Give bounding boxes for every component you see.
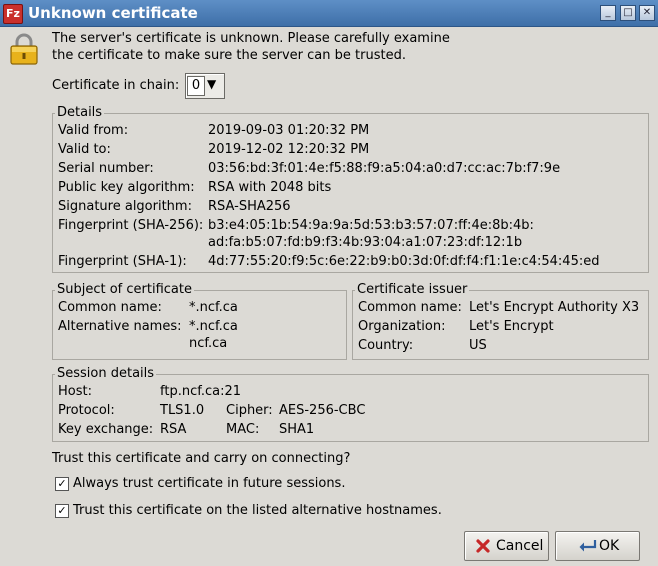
kex-label: Key exchange: xyxy=(58,422,154,437)
always-trust-label[interactable]: Always trust certificate in future sessi… xyxy=(73,476,345,491)
title-bar[interactable]: Fz Unknown certificate _ □ ✕ xyxy=(0,0,658,27)
cancel-button[interactable]: Cancel xyxy=(464,531,549,561)
cancel-label: Cancel xyxy=(496,538,544,554)
host-label: Host: xyxy=(58,384,92,399)
protocol-value: TLS1.0 xyxy=(160,403,205,418)
subject-alt-label: Alternative names: xyxy=(58,319,182,334)
protocol-label: Protocol: xyxy=(58,403,115,418)
cancel-icon xyxy=(476,539,490,553)
sigalg-label: Signature algorithm: xyxy=(58,199,192,214)
valid-to-label: Valid to: xyxy=(58,142,111,157)
serial-label: Serial number: xyxy=(58,161,154,176)
chain-label: Certificate in chain: xyxy=(52,78,180,93)
chain-select-value: 0 xyxy=(187,76,205,96)
serial-value: 03:56:bd:3f:01:4e:f5:88:f9:a5:04:a0:d7:c… xyxy=(208,161,561,176)
ok-label: OK xyxy=(599,538,620,554)
host-value: ftp.ncf.ca:21 xyxy=(160,384,242,399)
issuer-cn-label: Common name: xyxy=(358,300,462,315)
kex-value: RSA xyxy=(160,422,187,437)
intro-line-2: the certificate to make sure the server … xyxy=(52,48,406,63)
details-title: Details xyxy=(55,105,105,120)
fp1-label: Fingerprint (SHA-1): xyxy=(58,254,187,269)
trust-alt-hostnames-label[interactable]: Trust this certificate on the listed alt… xyxy=(73,503,442,518)
valid-from-label: Valid from: xyxy=(58,123,129,138)
checkmark-icon: ✓ xyxy=(57,504,67,517)
trust-alt-hostnames-checkbox[interactable]: ✓ xyxy=(55,504,69,518)
pubkey-value: RSA with 2048 bits xyxy=(208,180,332,195)
close-button[interactable]: ✕ xyxy=(639,5,655,21)
pubkey-label: Public key algorithm: xyxy=(58,180,195,195)
chevron-down-icon: ▼ xyxy=(207,77,217,91)
valid-from-value: 2019-09-03 01:20:32 PM xyxy=(208,123,370,138)
ok-button[interactable]: OK xyxy=(555,531,640,561)
subject-alt-value-2: ncf.ca xyxy=(189,336,228,351)
checkmark-icon: ✓ xyxy=(57,477,67,490)
mac-value: SHA1 xyxy=(279,422,315,437)
subject-cn-label: Common name: xyxy=(58,300,162,315)
session-title: Session details xyxy=(55,366,157,381)
issuer-country-label: Country: xyxy=(358,338,414,353)
minimize-button[interactable]: _ xyxy=(600,5,616,21)
fp256-value-line1: b3:e4:05:1b:54:9a:9a:5d:53:b3:57:07:ff:4… xyxy=(208,218,534,233)
intro-line-1: The server's certificate is unknown. Ple… xyxy=(52,31,450,46)
chain-select[interactable]: 0 ▼ xyxy=(185,73,225,99)
filezilla-icon: Fz xyxy=(3,4,23,24)
issuer-country-value: US xyxy=(469,338,487,353)
cipher-label: Cipher: xyxy=(226,403,273,418)
fp256-value-line2: ad:fa:b5:07:fd:b9:f3:4b:93:04:a1:07:23:d… xyxy=(208,235,523,250)
fp256-label: Fingerprint (SHA-256): xyxy=(58,218,204,233)
trust-question: Trust this certificate and carry on conn… xyxy=(52,451,351,466)
issuer-org-label: Organization: xyxy=(358,319,446,334)
valid-to-value: 2019-12-02 12:20:32 PM xyxy=(208,142,370,157)
sigalg-value: RSA-SHA256 xyxy=(208,199,291,214)
enter-arrow-icon xyxy=(579,540,597,552)
window-title: Unknown certificate xyxy=(28,4,198,22)
maximize-button[interactable]: □ xyxy=(620,5,636,21)
always-trust-checkbox[interactable]: ✓ xyxy=(55,477,69,491)
lock-icon xyxy=(10,33,38,65)
mac-label: MAC: xyxy=(226,422,260,437)
subject-alt-value-1: *.ncf.ca xyxy=(189,319,238,334)
subject-cn-value: *.ncf.ca xyxy=(189,300,238,315)
cipher-value: AES-256-CBC xyxy=(279,403,366,418)
issuer-org-value: Let's Encrypt xyxy=(469,319,554,334)
issuer-cn-value: Let's Encrypt Authority X3 xyxy=(469,300,640,315)
issuer-title: Certificate issuer xyxy=(355,282,470,297)
subject-title: Subject of certificate xyxy=(55,282,194,297)
fp1-value: 4d:77:55:20:f9:5c:6e:22:b9:b0:3d:0f:df:f… xyxy=(208,254,600,269)
